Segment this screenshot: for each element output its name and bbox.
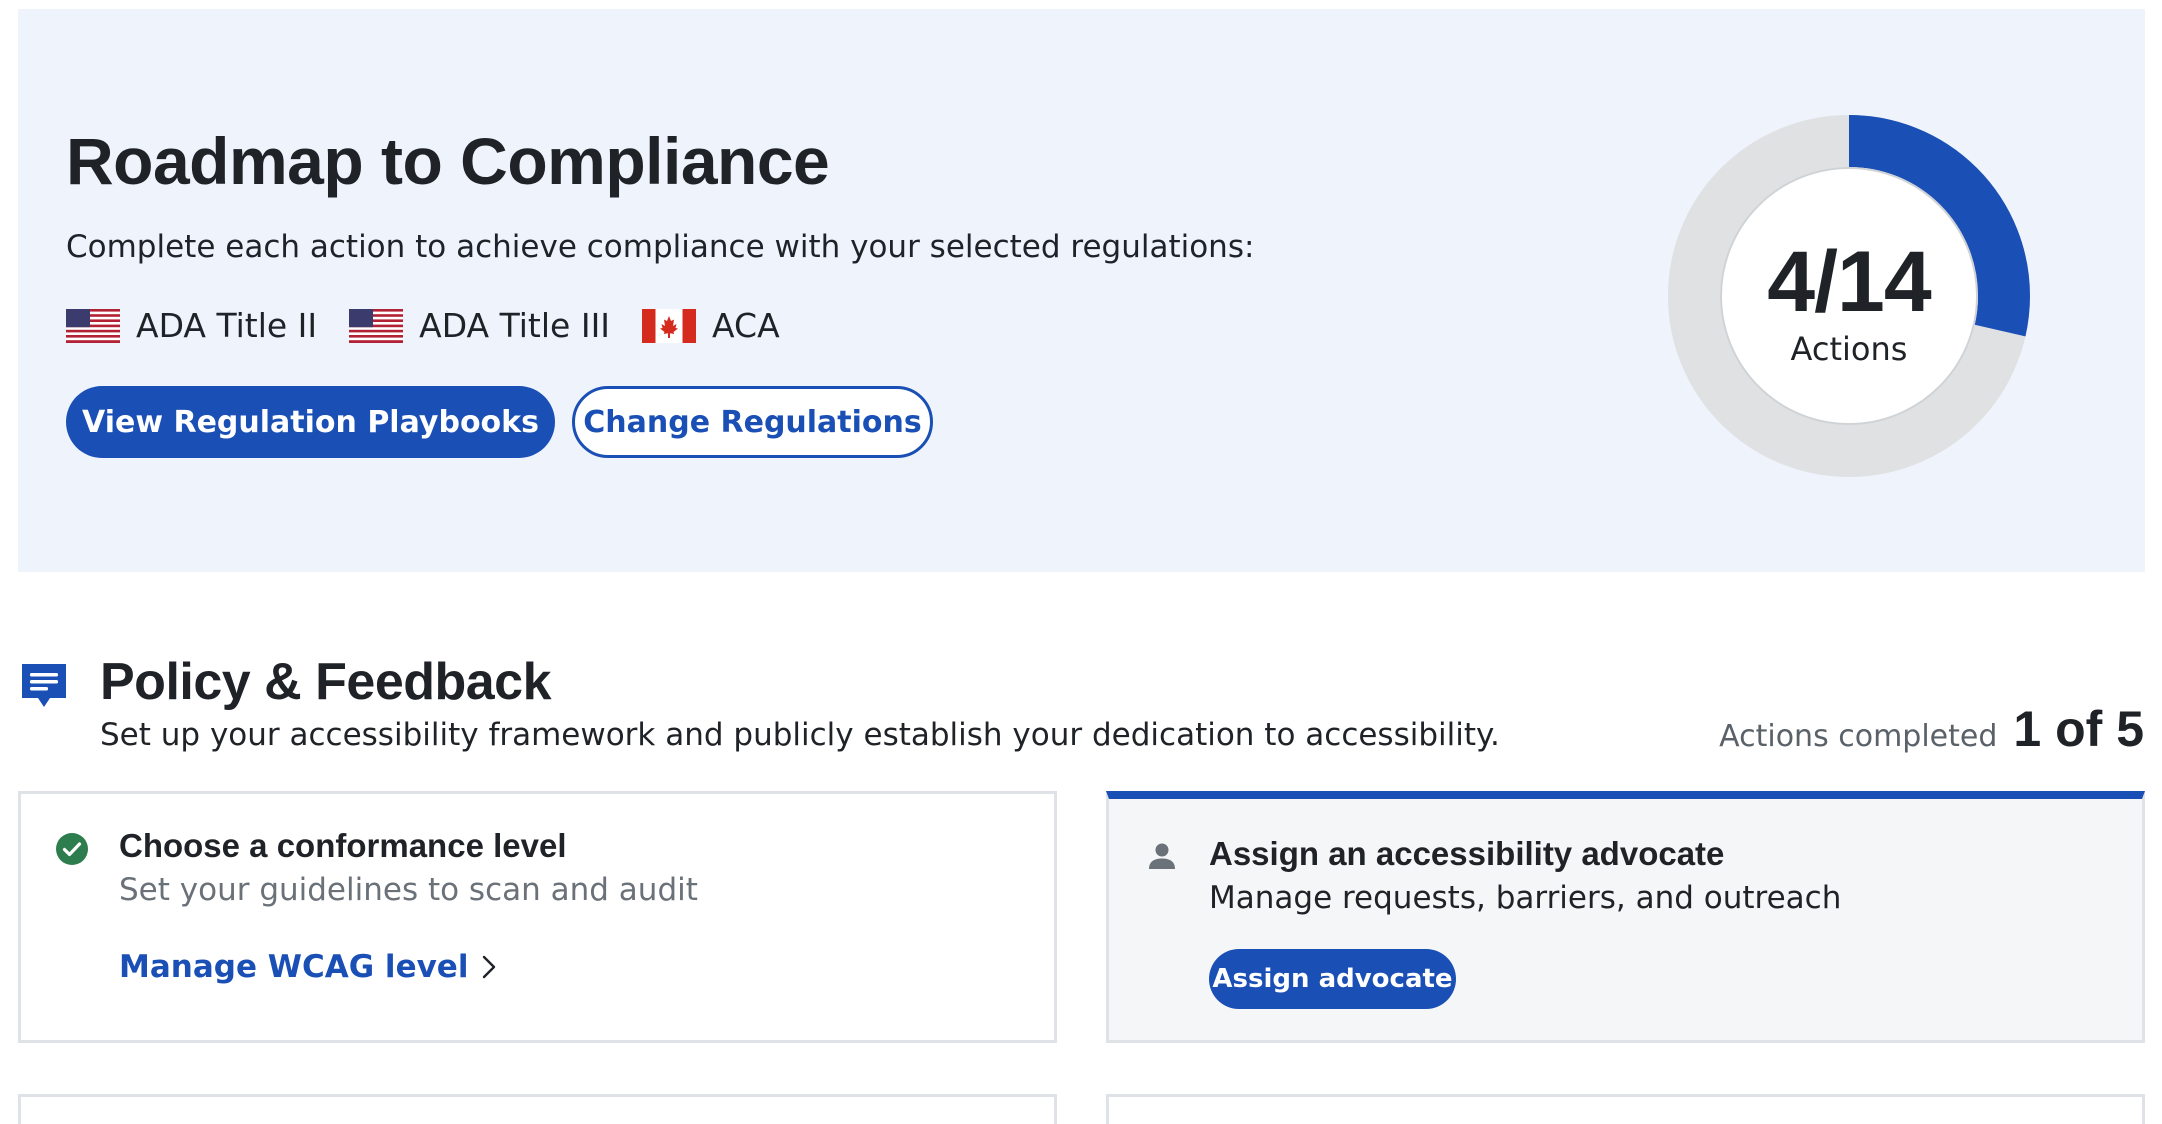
section-progress: Actions completed 1 of 5 [1719, 700, 2144, 758]
actions-label: Actions [1790, 330, 1908, 368]
regulation-label: ADA Title II [136, 306, 318, 345]
check-circle-icon [56, 833, 88, 865]
section-description: Set up your accessibility framework and … [100, 717, 1500, 753]
canada-flag-icon [642, 309, 697, 343]
page-title: Roadmap to Compliance [66, 124, 830, 198]
card-description: Set your guidelines to scan and audit [119, 872, 698, 908]
compliance-roadmap-panel: Roadmap to Compliance Complete each acti… [18, 9, 2145, 572]
us-flag-icon [349, 309, 404, 343]
regulation-item-ada-title-iii: ADA Title III [349, 306, 610, 346]
actions-count: 4/14 [1767, 234, 1931, 330]
action-card-next-right [1106, 1094, 2145, 1124]
chevron-right-icon [483, 955, 496, 979]
action-card-accessibility-advocate: Assign an accessibility advocate Manage … [1106, 791, 2145, 1043]
regulation-label: ACA [712, 306, 780, 345]
regulation-label: ADA Title III [419, 306, 611, 345]
person-icon [1149, 843, 1175, 869]
actions-progress-donut: 4/14 Actions [1668, 115, 2030, 477]
us-flag-icon [66, 309, 120, 343]
action-card-next-left [18, 1094, 1057, 1124]
regulation-item-aca: ACA [642, 306, 780, 346]
view-regulation-playbooks-button[interactable]: View Regulation Playbooks [66, 386, 555, 458]
section-title: Policy & Feedback [100, 653, 552, 711]
change-regulations-button[interactable]: Change Regulations [572, 386, 933, 458]
card-title: Choose a conformance level [119, 827, 567, 864]
card-description: Manage requests, barriers, and outreach [1209, 880, 1842, 916]
regulation-item-ada-title-ii: ADA Title II [66, 306, 317, 346]
assign-advocate-button[interactable]: Assign advocate [1209, 949, 1456, 1009]
card-title: Assign an accessibility advocate [1209, 835, 1725, 872]
manage-wcag-level-link[interactable]: Manage WCAG level [119, 947, 498, 987]
message-icon [22, 664, 66, 707]
progress-label: Actions completed [1719, 719, 1998, 754]
link-label: Manage WCAG level [119, 949, 469, 985]
progress-value: 1 of 5 [2013, 701, 2144, 757]
action-card-conformance-level: Choose a conformance level Set your guid… [18, 791, 1057, 1043]
roadmap-description: Complete each action to achieve complian… [66, 229, 1255, 265]
regulation-list: ADA Title II ADA Title III ACA [66, 301, 812, 351]
